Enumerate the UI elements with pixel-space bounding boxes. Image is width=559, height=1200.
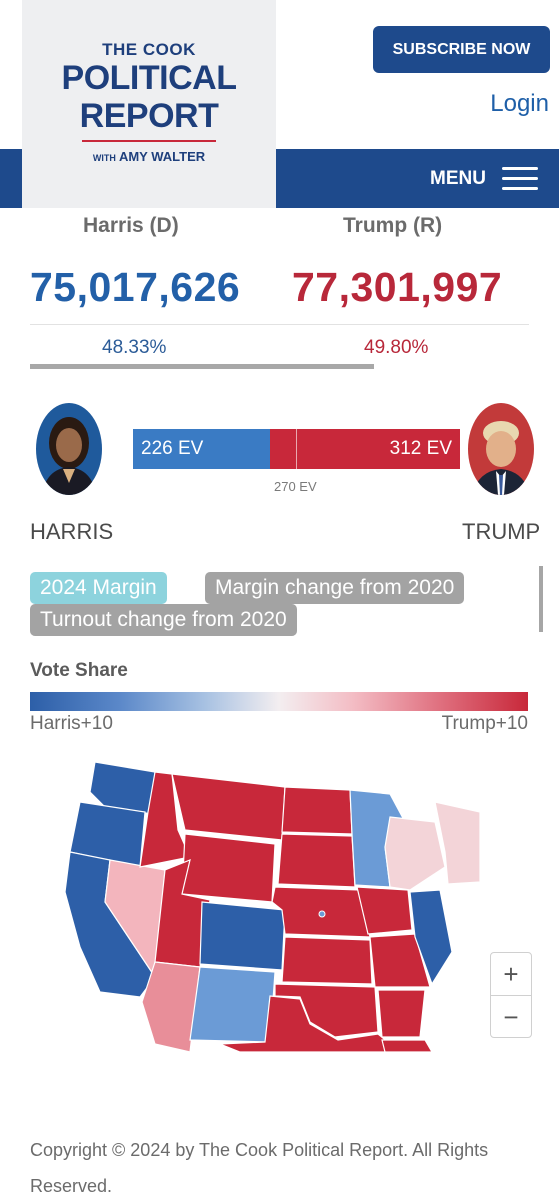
state-ar [377,989,426,1038]
ev-threshold-marker [296,429,297,469]
zoom-out-button[interactable]: − [491,996,531,1039]
harris-pct: 48.33% [102,337,167,358]
popular-vote-bar [30,364,374,369]
harris-avatar [36,403,102,495]
state-nd [281,786,353,835]
trump-label: TRUMP [462,519,541,544]
state-sd [277,833,356,888]
state-nm [189,966,276,1043]
legend-gradient [30,692,528,711]
trump-ev-segment: 312 EV [270,429,460,469]
state-mi [434,801,480,885]
ne-district-marker [318,910,326,918]
trump-votes: 77,301,997 [292,264,503,310]
legend-title: Vote Share [30,660,128,681]
footer-copyright: Copyright © 2024 by The Cook Political R… [30,1140,489,1196]
zoom-in-button[interactable]: + [491,953,531,996]
logo-rule [82,140,216,142]
menu-button[interactable]: MENU [430,160,555,198]
legend-right-label: Trump+10 [441,713,528,734]
logo-amy-walter: AMY WALTER [118,149,206,164]
state-mt [171,773,286,841]
tab-2024-margin[interactable]: 2024 Margin [30,572,167,604]
login-link[interactable]: Login [490,90,549,118]
harris-label: HARRIS [30,519,114,544]
subscribe-button[interactable]: SUBSCRIBE NOW [373,26,550,73]
trump-name: Trump (R) [343,214,443,237]
harris-ev-segment: 226 EV [133,429,270,469]
site-logo[interactable]: THE COOK POLITICAL REPORT WITH AMY WALTE… [22,0,276,208]
state-ks [281,936,373,985]
state-la [381,1039,433,1052]
map-zoom-controls: + − [490,952,532,1038]
harris-votes: 75,017,626 [30,264,241,310]
logo-line-4: WITH AMY WALTER [22,149,276,164]
state-co [199,901,286,971]
logo-line-3: REPORT [79,97,219,135]
ev-threshold-label: 270 EV [274,479,317,494]
tab-margin-change[interactable]: Margin change from 2020 [205,572,465,604]
site-header: THE COOK POLITICAL REPORT WITH AMY WALTE… [0,0,559,208]
divider [30,324,529,325]
menu-label: MENU [430,168,486,189]
tab-turnout-change[interactable]: Turnout change from 2020 [30,604,297,636]
state-wy [181,833,276,903]
us-map[interactable] [60,752,480,1052]
trump-avatar [468,403,534,495]
trump-pct: 49.80% [364,337,429,358]
hamburger-icon [501,167,538,191]
logo-line-2: POLITICAL [61,59,237,97]
logo-line-1: THE COOK [102,40,196,59]
tabs-scrollbar[interactable] [539,566,543,632]
harris-name: Harris (D) [83,214,179,237]
legend-left-label: Harris+10 [30,713,113,734]
logo-with: WITH [92,153,116,163]
state-wi [384,816,446,891]
